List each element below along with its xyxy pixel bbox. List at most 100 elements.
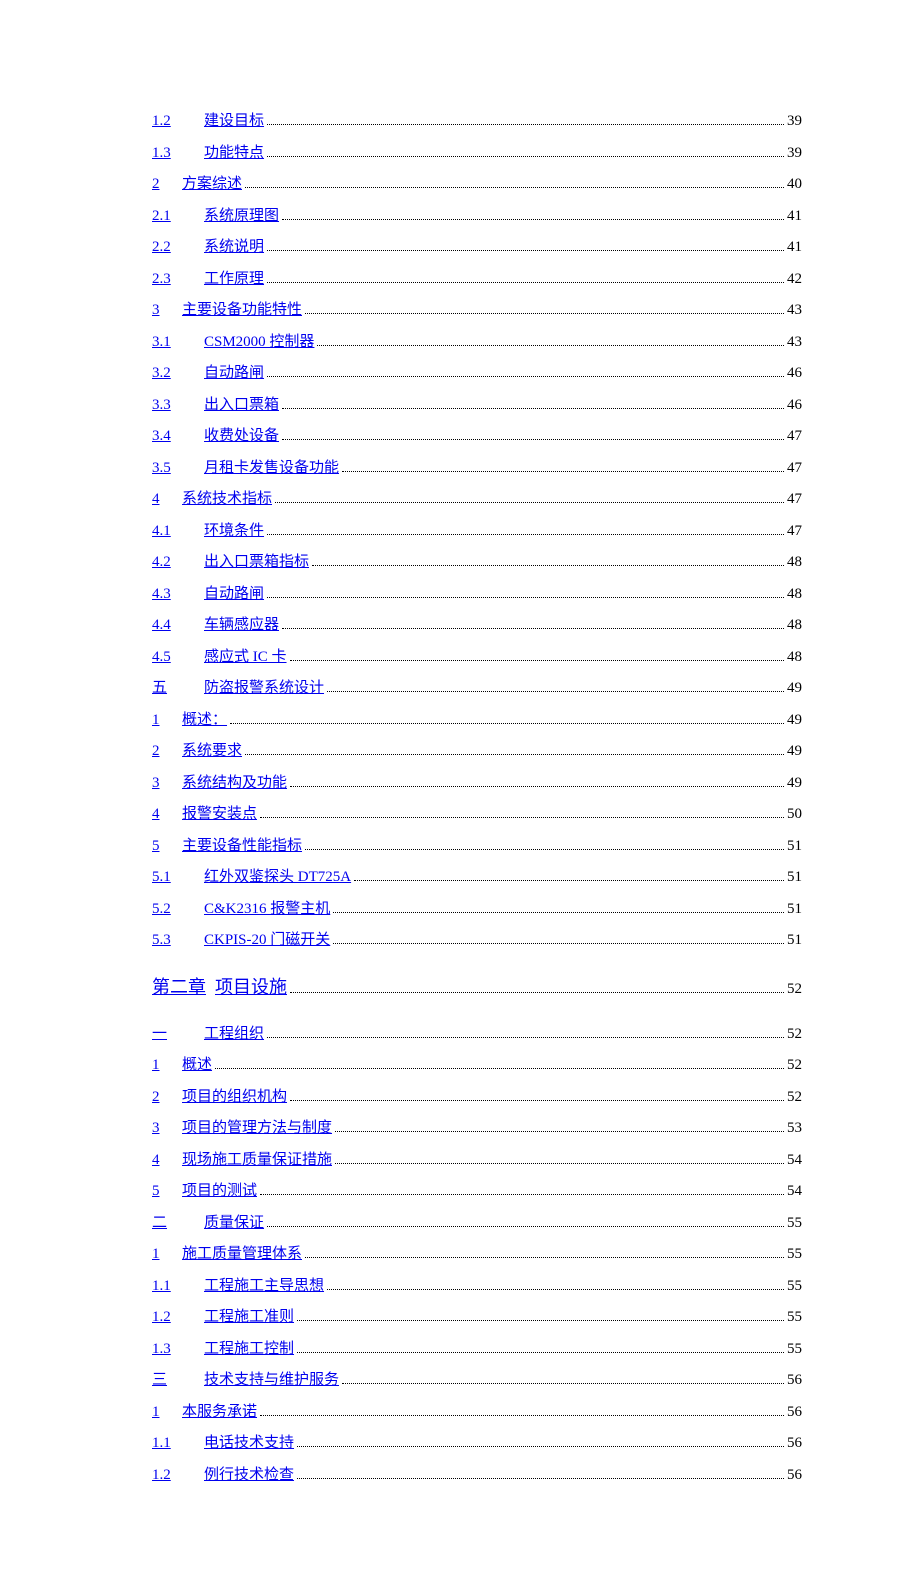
toc-title-link[interactable]: 感应式 IC 卡 xyxy=(204,646,287,669)
toc-title-link[interactable]: 工程施工准则 xyxy=(204,1306,294,1329)
toc-number-link[interactable]: 4.4 xyxy=(152,614,204,637)
toc-number-link[interactable]: 第二章 xyxy=(152,974,206,1001)
toc-title-link[interactable]: 出入口票箱 xyxy=(204,394,279,417)
toc-title-link[interactable]: 出入口票箱指标 xyxy=(204,551,309,574)
toc-number-link[interactable]: 3.5 xyxy=(152,457,204,480)
toc-number-link[interactable]: 五 xyxy=(152,677,204,700)
toc-number-link[interactable]: 3 xyxy=(152,299,182,322)
toc-number-link[interactable]: 3.3 xyxy=(152,394,204,417)
toc-title-link[interactable]: 电话技术支持 xyxy=(204,1432,294,1455)
toc-number-link[interactable]: 4 xyxy=(152,803,182,826)
toc-title-link[interactable]: 系统结构及功能 xyxy=(182,772,287,795)
toc-page-number: 51 xyxy=(787,929,802,952)
toc-number-link[interactable]: 1.1 xyxy=(152,1275,204,1298)
toc-number-link[interactable]: 4.5 xyxy=(152,646,204,669)
toc-title-link[interactable]: 自动路闸 xyxy=(204,362,264,385)
toc-leader-dots xyxy=(267,522,784,535)
toc-title-link[interactable]: 自动路闸 xyxy=(204,583,264,606)
toc-number-link[interactable]: 4.3 xyxy=(152,583,204,606)
toc-title-link[interactable]: 项目的测试 xyxy=(182,1180,257,1203)
toc-number-link[interactable]: 1 xyxy=(152,1243,182,1266)
toc-page-number: 43 xyxy=(787,331,802,354)
toc-number-link[interactable]: 2.3 xyxy=(152,268,204,291)
toc-title-link[interactable]: 工程组织 xyxy=(204,1023,264,1046)
toc-title-link[interactable]: 质量保证 xyxy=(204,1212,264,1235)
toc-title-link[interactable]: 工作原理 xyxy=(204,268,264,291)
toc-row: 4.3自动路闸48 xyxy=(152,583,802,606)
toc-title-link[interactable]: 工程施工控制 xyxy=(204,1338,294,1361)
toc-title-link[interactable]: 红外双鉴探头 DT725A xyxy=(204,866,351,889)
toc-title-link[interactable]: 项目的组织机构 xyxy=(182,1086,287,1109)
toc-number-link[interactable]: 5 xyxy=(152,835,182,858)
toc-number-link[interactable]: 5.2 xyxy=(152,898,204,921)
toc-title-link[interactable]: CSM2000 控制器 xyxy=(204,331,314,354)
toc-title-link[interactable]: 防盗报警系统设计 xyxy=(204,677,324,700)
toc-number-link[interactable]: 1 xyxy=(152,709,182,732)
toc-page-number: 55 xyxy=(787,1243,802,1266)
toc-title-link[interactable]: 车辆感应器 xyxy=(204,614,279,637)
toc-leader-dots xyxy=(282,427,784,440)
toc-title-link[interactable]: 例行技术检查 xyxy=(204,1464,294,1487)
toc-number-link[interactable]: 二 xyxy=(152,1212,204,1235)
toc-number-link[interactable]: 4.2 xyxy=(152,551,204,574)
toc-number-link[interactable]: 3.4 xyxy=(152,425,204,448)
toc-row: 2.3工作原理42 xyxy=(152,268,802,291)
toc-title-link[interactable]: C&K2316 报警主机 xyxy=(204,898,330,921)
toc-number-link[interactable]: 1.1 xyxy=(152,1432,204,1455)
toc-title-link[interactable]: 收费处设备 xyxy=(204,425,279,448)
toc-number-link[interactable]: 1.2 xyxy=(152,1464,204,1487)
toc-row: 1施工质量管理体系 55 xyxy=(152,1243,802,1266)
toc-number-link[interactable]: 三 xyxy=(152,1369,204,1392)
toc-number-link[interactable]: 2 xyxy=(152,1086,182,1109)
toc-number-link[interactable]: 1.3 xyxy=(152,142,204,165)
toc-number-link[interactable]: 1 xyxy=(152,1054,182,1077)
toc-title-link[interactable]: 概述 xyxy=(182,1054,212,1077)
toc-number-link[interactable]: 5 xyxy=(152,1180,182,1203)
toc-row: 2方案综述40 xyxy=(152,173,802,196)
toc-title-link[interactable]: 主要设备性能指标 xyxy=(182,835,302,858)
toc-number-link[interactable]: 1.3 xyxy=(152,1338,204,1361)
toc-number-link[interactable]: 2 xyxy=(152,740,182,763)
toc-leader-dots xyxy=(282,207,784,220)
toc-number-link[interactable]: 1 xyxy=(152,1401,182,1424)
toc-title-link[interactable]: 方案综述 xyxy=(182,173,242,196)
toc-number-link[interactable]: 3 xyxy=(152,772,182,795)
toc-number-link[interactable]: 2 xyxy=(152,173,182,196)
toc-title-link[interactable]: 项目的管理方法与制度 xyxy=(182,1117,332,1140)
toc-title-link[interactable]: 功能特点 xyxy=(204,142,264,165)
toc-number-link[interactable]: 一 xyxy=(152,1023,204,1046)
toc-title-link[interactable]: 建设目标 xyxy=(204,110,264,133)
toc-page-number: 48 xyxy=(787,551,802,574)
toc-title-link[interactable]: 主要设备功能特性 xyxy=(182,299,302,322)
toc-title-link[interactable]: 环境条件 xyxy=(204,520,264,543)
toc-title-link[interactable]: 系统要求 xyxy=(182,740,242,763)
toc-leader-dots xyxy=(312,553,784,566)
toc-title-link[interactable]: 报警安装点 xyxy=(182,803,257,826)
toc-number-link[interactable]: 5.3 xyxy=(152,929,204,952)
toc-number-link[interactable]: 5.1 xyxy=(152,866,204,889)
toc-title-link[interactable]: 系统原理图 xyxy=(204,205,279,228)
toc-number-link[interactable]: 2.2 xyxy=(152,236,204,259)
toc-number-link[interactable]: 2.1 xyxy=(152,205,204,228)
toc-title-link[interactable]: 项目设施 xyxy=(215,974,287,1001)
toc-number-link[interactable]: 3 xyxy=(152,1117,182,1140)
toc-number-link[interactable]: 4.1 xyxy=(152,520,204,543)
toc-title-link[interactable]: 现场施工质量保证措施 xyxy=(182,1149,332,1172)
toc-row: 1.1工程施工主导思想55 xyxy=(152,1275,802,1298)
toc-number-link[interactable]: 1.2 xyxy=(152,1306,204,1329)
toc-leader-dots xyxy=(282,616,784,629)
toc-title-link[interactable]: 本服务承诺 xyxy=(182,1401,257,1424)
toc-number-link[interactable]: 4 xyxy=(152,1149,182,1172)
toc-title-link[interactable]: 月租卡发售设备功能 xyxy=(204,457,339,480)
toc-number-link[interactable]: 1.2 xyxy=(152,110,204,133)
toc-number-link[interactable]: 3.1 xyxy=(152,331,204,354)
toc-title-link[interactable]: CKPIS-20 门磁开关 xyxy=(204,929,330,952)
toc-title-link[interactable]: 系统技术指标 xyxy=(182,488,272,511)
toc-title-link[interactable]: 施工质量管理体系 xyxy=(182,1243,302,1266)
toc-title-link[interactable]: 系统说明 xyxy=(204,236,264,259)
toc-number-link[interactable]: 4 xyxy=(152,488,182,511)
toc-title-link[interactable]: 技术支持与维护服务 xyxy=(204,1369,339,1392)
toc-number-link[interactable]: 3.2 xyxy=(152,362,204,385)
toc-title-link[interactable]: 工程施工主导思想 xyxy=(204,1275,324,1298)
toc-title-link[interactable]: 概述： xyxy=(182,709,227,732)
